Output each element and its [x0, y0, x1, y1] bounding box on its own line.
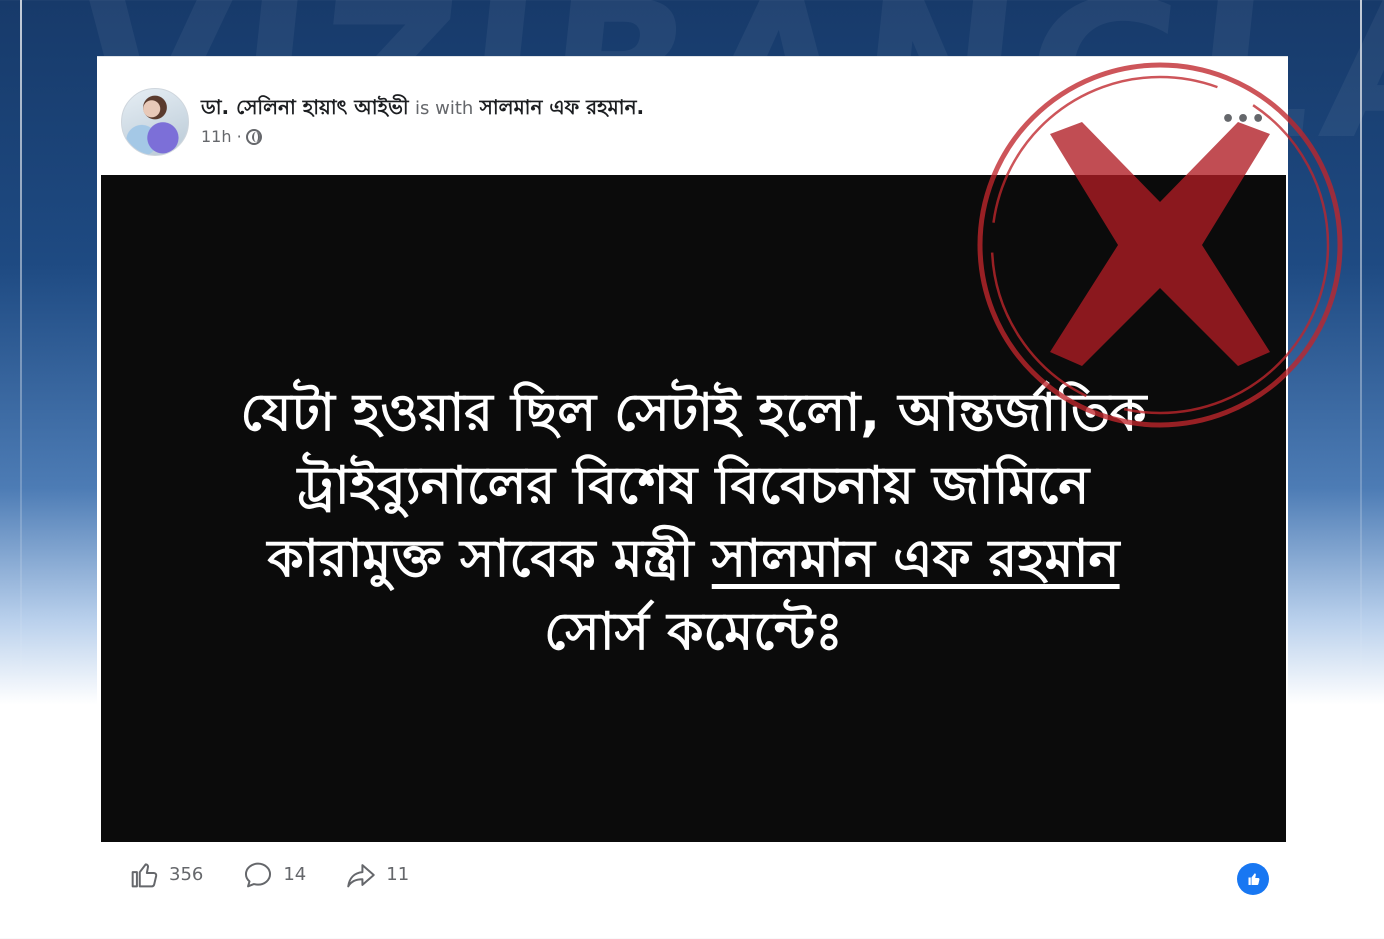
with-text: is with: [415, 98, 474, 119]
like-count: 356: [169, 864, 204, 885]
post-timestamp[interactable]: 11h ·: [201, 127, 242, 146]
share-stat[interactable]: 11: [344, 858, 409, 892]
post-actions-bar: 356 14 11: [97, 842, 1288, 907]
image-text-line-3: কারামুক্ত সাবেক মন্ত্রী সালমান এফ রহমান: [161, 523, 1226, 596]
comment-bubble-icon: [245, 862, 272, 887]
post-image[interactable]: যেটা হওয়ার ছিল সেটাই হলো, আন্তর্জাতিক ট…: [101, 175, 1286, 842]
tagged-person-name[interactable]: সালমান এফ রহমান.: [480, 95, 644, 119]
post-meta: 11h ·: [201, 127, 262, 146]
image-text-tagged-name: সালমান এফ রহমান: [711, 529, 1120, 589]
globe-icon: [245, 128, 262, 145]
share-count: 11: [386, 864, 410, 885]
thumbs-up-icon: [131, 862, 158, 887]
frame-line-right: [1360, 0, 1362, 690]
thumbs-up-white-icon: [1248, 873, 1260, 885]
author-line: ডা. সেলিনা হায়াৎ আইভী is with সালমান এফ…: [201, 93, 644, 126]
image-text-line-4: সোর্স কমেন্টেঃ: [544, 602, 843, 662]
post-image-text: যেটা হওয়ার ছিল সেটাই হলো, আন্তর্জাতিক ট…: [161, 377, 1226, 669]
comment-stat[interactable]: 14: [241, 858, 306, 892]
author-name[interactable]: ডা. সেলিনা হায়াৎ আইভী: [201, 95, 409, 119]
post-header: ডা. সেলিনা হায়াৎ আইভী is with সালমান এফ…: [97, 57, 1288, 175]
like-reaction-icon[interactable]: [1237, 863, 1269, 895]
author-avatar[interactable]: [121, 88, 189, 156]
like-stat[interactable]: 356: [127, 858, 203, 892]
share-arrow-icon: [347, 863, 376, 887]
image-text-line-1: যেটা হওয়ার ছিল সেটাই হলো, আন্তর্জাতিক: [240, 383, 1147, 443]
image-text-line-3-prefix: কারামুক্ত সাবেক মন্ত্রী: [267, 529, 712, 589]
facebook-post-card: ডা. সেলিনা হায়াৎ আইভী is with সালমান এফ…: [97, 56, 1288, 906]
frame-line-left: [20, 0, 22, 690]
image-text-line-2: ট্রাইব্যুনালের বিশেষ বিবেচনায় জামিনে: [297, 456, 1090, 516]
comment-count: 14: [283, 864, 307, 885]
more-options-icon[interactable]: •••: [1221, 107, 1266, 132]
